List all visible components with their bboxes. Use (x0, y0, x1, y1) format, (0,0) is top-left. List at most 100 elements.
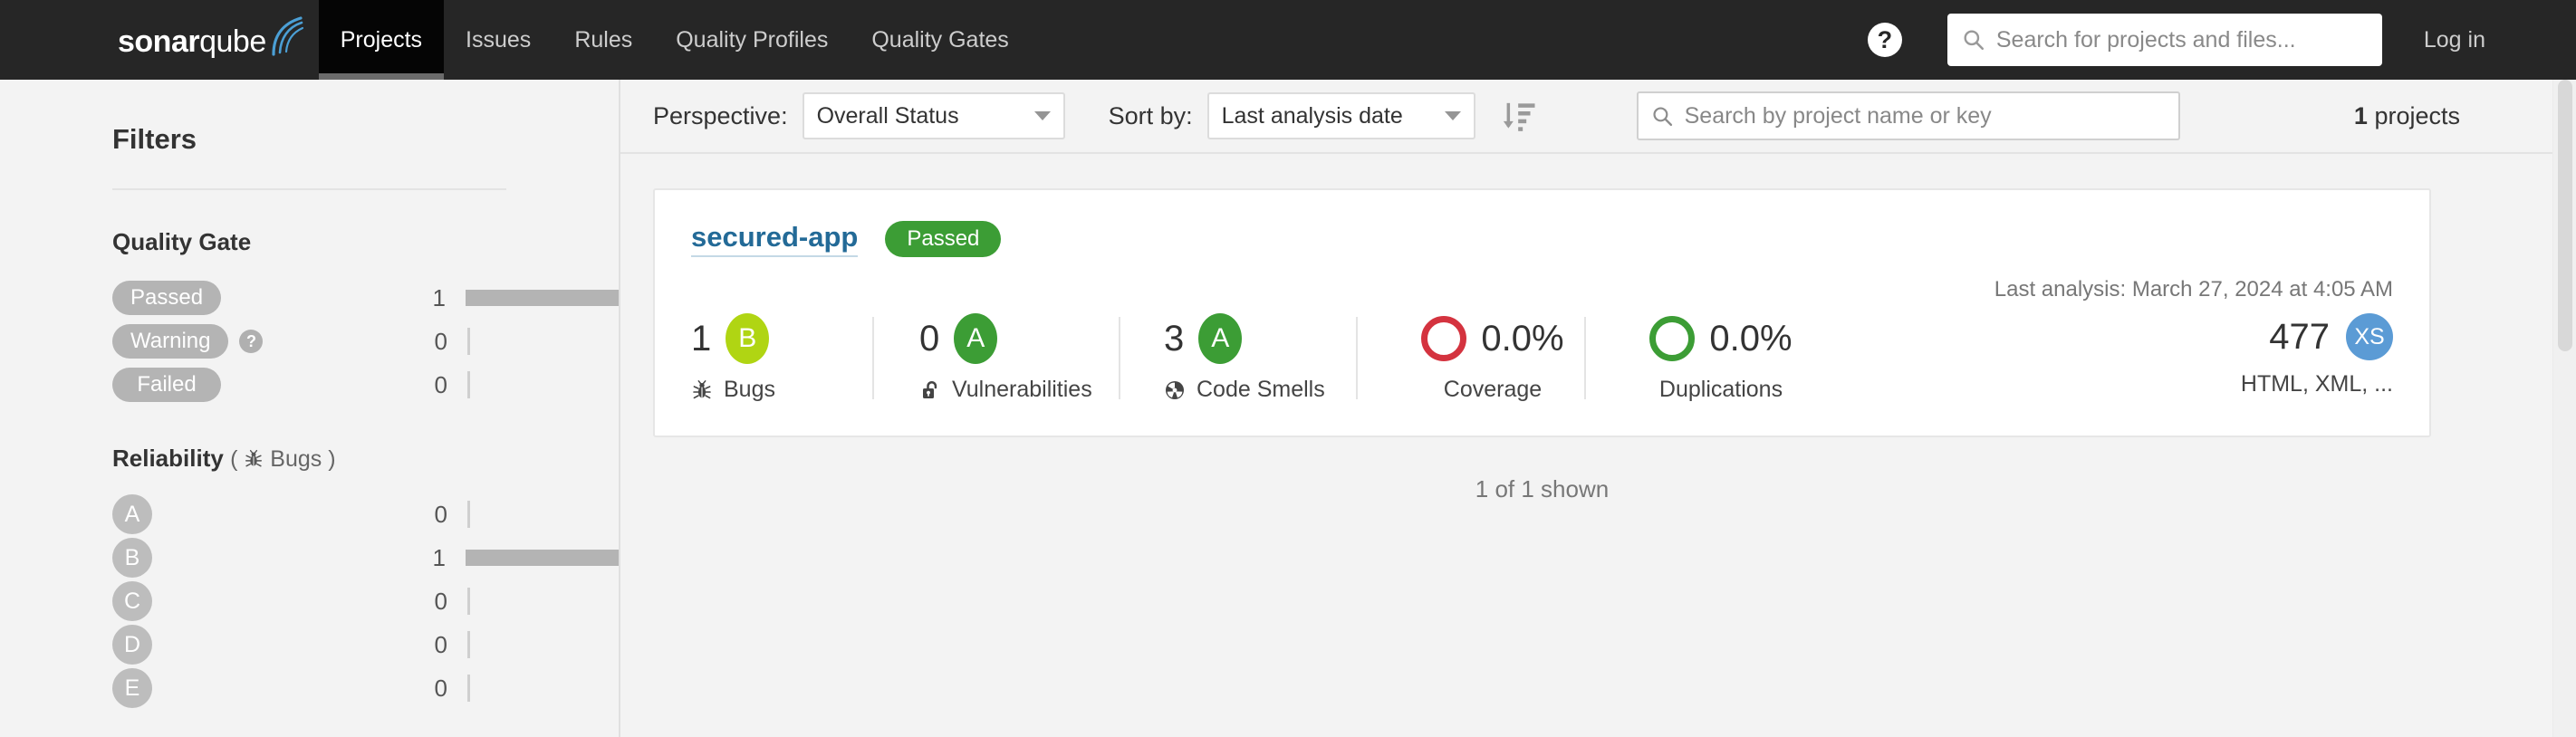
facet-pill-passed: Passed (112, 281, 222, 315)
measure-duplications[interactable]: 0.0% Duplications (1586, 313, 1812, 403)
projects-count-number: 1 (2353, 101, 2368, 129)
measure-coverage-label: Coverage (1443, 377, 1543, 402)
logo-text-light: qube (199, 24, 266, 59)
nav-item-rules[interactable]: Rules (553, 0, 654, 80)
rating-circle-e: E (112, 668, 152, 708)
project-measures: 1 B Bugs 0 A Vulnerabilities 3 A Code Sm… (691, 313, 2393, 403)
rating-circle-a: A (112, 494, 152, 534)
project-search-input[interactable] (1684, 102, 2166, 129)
scrollbar-thumb[interactable] (2558, 80, 2572, 351)
sonarqube-logo[interactable]: sonarqube (0, 0, 319, 80)
project-card[interactable]: secured-app Passed Last analysis: March … (653, 188, 2431, 437)
facet-row-rating-a-left: A (112, 494, 411, 534)
facet-pill-failed: Failed (112, 368, 221, 402)
measure-coverage-bottom: Coverage (1444, 377, 1542, 403)
rating-circle-c: C (112, 581, 152, 621)
measure-code-smells[interactable]: 3 A Code Smells (1120, 313, 1356, 403)
logo-swoosh-icon (268, 16, 304, 56)
facet-reliability-title-text: Reliability (112, 445, 224, 472)
sort-descending-icon[interactable] (1501, 98, 1537, 134)
facet-subtitle-text: Bugs (270, 446, 322, 472)
facet-count-rating-b: 1 (432, 543, 446, 571)
measure-code-smells-bottom: Code Smells (1164, 377, 1325, 403)
results-shown-label: 1 of 1 shown (1475, 475, 1610, 502)
measure-size-top: 477 XS (2269, 313, 2393, 360)
facet-row-rating-d[interactable]: D 0 (112, 623, 619, 666)
nav-item-quality-gates-label: Quality Gates (871, 26, 1009, 53)
nav-item-projects-label: Projects (340, 26, 423, 53)
warning-help-icon[interactable]: ? (239, 330, 264, 353)
facet-count-warning: 0 (434, 327, 447, 355)
bug-icon (691, 379, 713, 401)
code-smell-icon (1164, 379, 1186, 401)
nav-item-projects[interactable]: Projects (318, 0, 445, 80)
perspective-select[interactable]: Overall Status (802, 92, 1065, 139)
facet-row-rating-e[interactable]: E 0 (112, 666, 619, 710)
measure-coverage[interactable]: 0.0% Coverage (1358, 313, 1584, 403)
measure-code-smells-label: Code Smells (1197, 377, 1325, 402)
nav-item-issues[interactable]: Issues (444, 0, 553, 80)
facet-quality-gate: Quality Gate Passed 1 Warning ? 0 Failed (0, 190, 620, 407)
filters-sidebar: Filters Quality Gate Passed 1 Warning ? … (0, 80, 620, 737)
facet-subtitle-close-paren: ) (328, 446, 336, 472)
facet-row-warning[interactable]: Warning ? 0 (112, 320, 619, 363)
facet-bar-rating-c (467, 588, 470, 615)
measure-vulnerabilities-rating: A (954, 313, 998, 364)
measure-vulnerabilities[interactable]: 0 A Vulnerabilities (874, 313, 1119, 403)
facet-row-rating-c[interactable]: C 0 (112, 579, 619, 623)
filters-heading: Filters (112, 123, 197, 155)
perspective-select-value: Overall Status (816, 102, 959, 129)
facet-row-failed[interactable]: Failed 0 (112, 363, 619, 407)
facet-row-passed[interactable]: Passed 1 (112, 276, 620, 320)
nav-item-quality-profiles[interactable]: Quality Profiles (654, 0, 850, 80)
navbar-right-group: ? Log in (1867, 0, 2576, 80)
measure-coverage-value: 0.0% (1481, 318, 1564, 359)
measure-vulnerabilities-value: 0 (919, 318, 940, 359)
projects-count-suffix: projects (2367, 101, 2460, 129)
facet-row-failed-left: Failed (112, 368, 411, 402)
sort-by-select[interactable]: Last analysis date (1206, 92, 1475, 139)
facet-row-rating-a[interactable]: A 0 (112, 493, 619, 536)
project-name-link[interactable]: secured-app (691, 221, 859, 257)
global-search-input[interactable] (1995, 26, 2368, 53)
facet-subtitle-open-paren: ( (230, 446, 238, 472)
facet-row-rating-b[interactable]: B 1 (112, 536, 620, 579)
chevron-down-icon (1033, 111, 1051, 120)
measure-code-smells-rating: A (1198, 313, 1243, 364)
facet-row-rating-c-left: C (112, 581, 411, 621)
facet-count-rating-e: 0 (434, 674, 447, 702)
measure-bugs[interactable]: 1 B Bugs (691, 313, 872, 403)
nav-item-quality-profiles-label: Quality Profiles (676, 26, 829, 53)
rating-circle-d: D (112, 625, 152, 665)
page-body: Filters Quality Gate Passed 1 Warning ? … (0, 80, 2576, 737)
measure-bugs-rating: B (726, 313, 770, 364)
vertical-scrollbar[interactable] (2552, 80, 2576, 737)
facet-reliability: Reliability (Bugs) A 0 B 1 C 0 D 0 E 0 (0, 407, 620, 710)
help-icon[interactable]: ? (1867, 23, 1902, 57)
measure-vulnerabilities-top: 0 A (919, 313, 998, 364)
facet-row-warning-left: Warning ? (112, 324, 411, 359)
measure-vulnerabilities-bottom: Vulnerabilities (919, 377, 1092, 403)
facet-bar-rating-d (467, 631, 470, 658)
measure-size[interactable]: 477 XS HTML, XML, ... (2241, 313, 2393, 397)
facet-bar-passed (465, 290, 620, 306)
facet-pill-warning: Warning (112, 324, 229, 359)
global-search[interactable] (1946, 14, 2382, 66)
search-icon (1651, 105, 1674, 128)
facet-count-failed: 0 (434, 370, 447, 398)
coverage-donut-icon (1421, 316, 1467, 361)
primary-nav: Projects Issues Rules Quality Profiles Q… (318, 0, 1031, 80)
last-analysis-label: Last analysis: March 27, 2024 at 4:05 AM (1994, 277, 2393, 302)
facet-bar-rating-e (467, 675, 470, 702)
facet-count-rating-a: 0 (434, 500, 447, 528)
project-search[interactable] (1636, 91, 2180, 140)
facet-bar-warning (467, 328, 470, 355)
measure-coverage-top: 0.0% (1421, 313, 1564, 364)
login-link[interactable]: Log in (2424, 27, 2485, 53)
facet-count-rating-c: 0 (434, 587, 447, 615)
nav-item-quality-gates[interactable]: Quality Gates (850, 0, 1030, 80)
projects-count: 1 projects (2354, 102, 2460, 130)
facet-reliability-subtitle: (Bugs) (230, 446, 336, 472)
facet-reliability-title: Reliability (Bugs) (112, 445, 619, 473)
help-icon-glyph: ? (1877, 25, 1893, 53)
